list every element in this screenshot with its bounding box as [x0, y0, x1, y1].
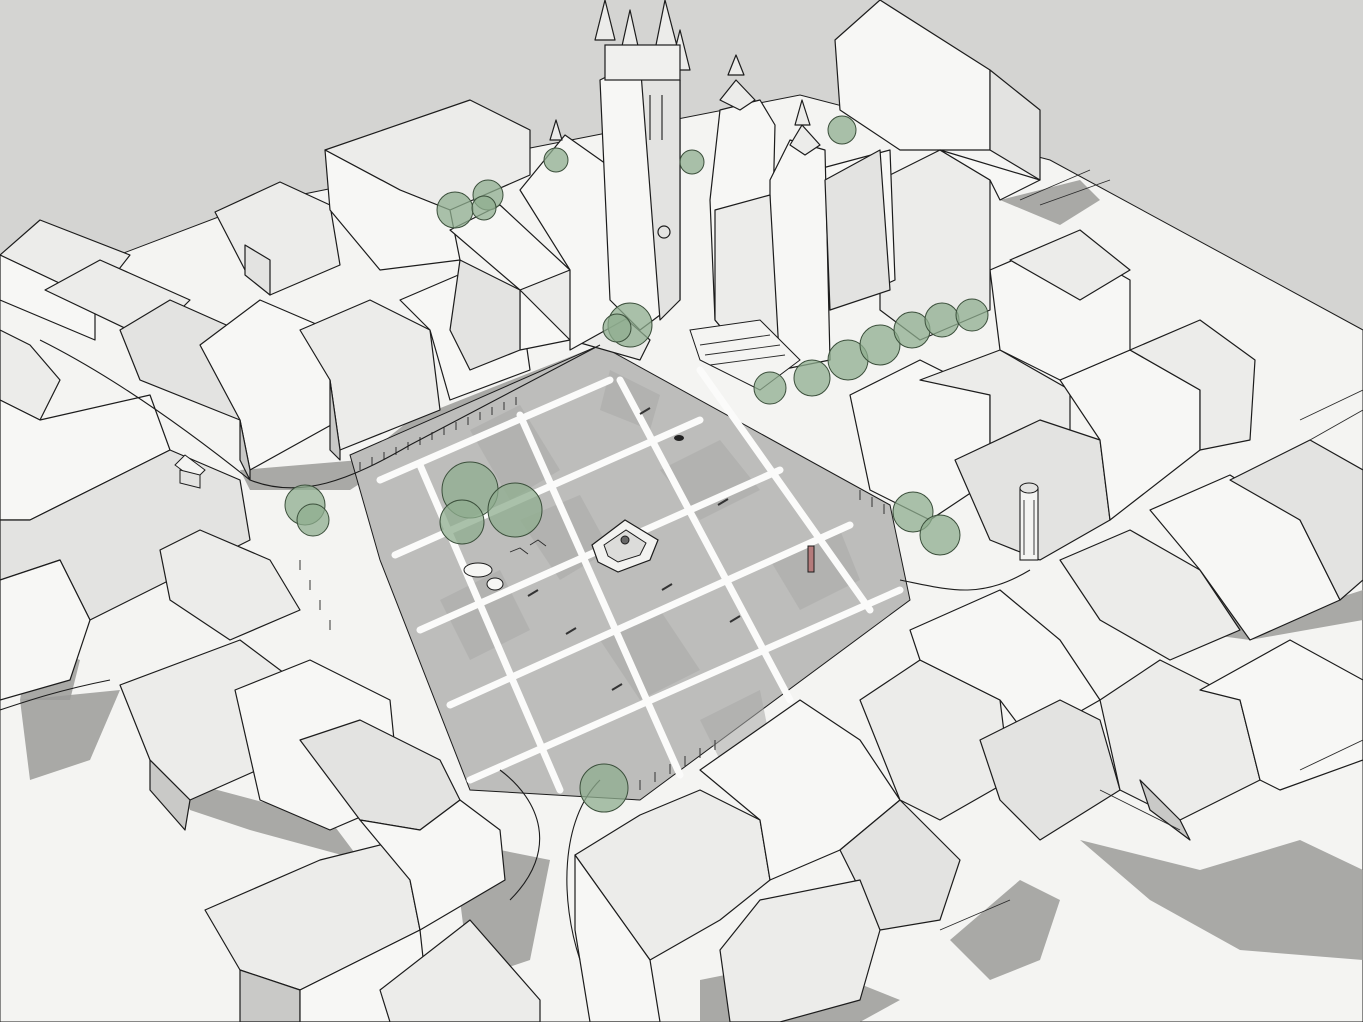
tree-icon — [471, 195, 497, 221]
tree-icon — [579, 763, 629, 813]
tree-icon — [602, 313, 632, 343]
tree-icon — [436, 191, 474, 229]
column-icon — [807, 545, 815, 573]
manhole — [674, 435, 684, 441]
tree-icon — [893, 311, 931, 349]
tree-icon — [543, 147, 569, 173]
tree-icon — [487, 482, 543, 538]
tree-icon — [679, 149, 705, 175]
tree-icon — [924, 302, 960, 338]
tree-icon — [439, 499, 485, 545]
tree-icon — [296, 503, 330, 537]
tree-icon — [753, 371, 787, 405]
town-square-model-view — [0, 0, 1363, 1022]
scene-svg — [0, 0, 1363, 1022]
tree-icon — [919, 514, 961, 556]
tree-icon — [793, 359, 831, 397]
tree-icon — [955, 298, 989, 332]
tree-icon — [827, 115, 857, 145]
column-tower-right — [1019, 482, 1039, 561]
